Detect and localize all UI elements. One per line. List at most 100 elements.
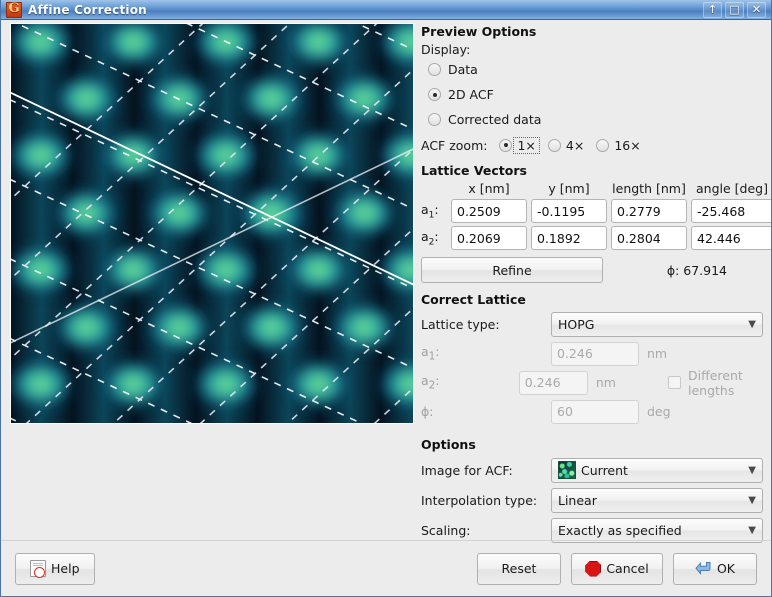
acf-zoom-row: ACF zoom: 1× 4× 16× xyxy=(421,132,767,158)
radio-acf-zoom-1x[interactable]: 1× xyxy=(499,136,540,154)
cancel-button[interactable]: Cancel xyxy=(571,552,663,585)
radio-icon[interactable] xyxy=(428,63,441,76)
col-header-angle: angle [deg] xyxy=(696,181,768,196)
image-for-acf-select[interactable]: Current ▼ xyxy=(551,457,763,483)
a2-length-input[interactable]: 0.2804 xyxy=(611,226,687,250)
radio-acf-zoom-16x[interactable]: 16× xyxy=(596,137,641,153)
options-title: Options xyxy=(421,437,476,452)
acf-zoom-label: ACF zoom: xyxy=(421,137,488,153)
image-for-acf-label: Image for ACF: xyxy=(421,462,513,478)
image-for-acf-row: Image for ACF: Current ▼ xyxy=(421,455,767,485)
radio-label: Data xyxy=(448,62,478,77)
a2-angle-input[interactable]: 42.446 xyxy=(691,226,771,250)
radio-icon[interactable] xyxy=(596,138,610,152)
ok-button-label: OK xyxy=(716,561,736,576)
image-thumbnail-icon xyxy=(558,461,576,479)
radio-icon[interactable] xyxy=(428,113,441,126)
a2-y-input[interactable]: 0.1892 xyxy=(531,226,607,250)
radio-display-2d-acf[interactable]: 2D ACF xyxy=(421,82,767,107)
chevron-down-icon: ▼ xyxy=(748,524,756,536)
acf-preview-image xyxy=(11,24,413,423)
help-icon xyxy=(30,560,46,578)
a1-x-input[interactable]: 0.2509 xyxy=(451,199,527,223)
a1-angle-input[interactable]: -25.468 xyxy=(691,199,771,223)
ok-button[interactable]: OK xyxy=(673,552,757,585)
correct-phi-unit: deg xyxy=(647,404,671,419)
enter-arrow-icon xyxy=(695,561,712,576)
col-header-length: length [nm] xyxy=(612,181,686,196)
a1-y-input[interactable]: -0.1195 xyxy=(531,199,607,223)
different-lengths-label: Different lengths xyxy=(687,367,743,398)
correct-a1-unit: nm xyxy=(647,346,668,361)
image-for-acf-value: Current xyxy=(581,462,628,478)
radio-display-data[interactable]: Data xyxy=(421,57,767,82)
correct-a1-label: a1: xyxy=(421,344,440,363)
help-button[interactable]: Help xyxy=(15,552,95,585)
window-titlebar: Affine Correction ↑ □ ✕ xyxy=(1,0,771,20)
correct-a2-row: a2: 0.246 nm Different lengths xyxy=(421,367,767,398)
col-header-blank xyxy=(421,181,447,196)
chevron-down-icon: ▼ xyxy=(748,494,756,506)
preview-options-title: Preview Options xyxy=(421,24,537,39)
radio-label: Corrected data xyxy=(448,112,542,127)
correct-phi-input[interactable]: 60 xyxy=(551,399,639,424)
dialog-button-bar: Help Reset Cancel OK xyxy=(1,540,771,596)
reset-button[interactable]: Reset xyxy=(477,552,561,585)
correct-lattice-title: Correct Lattice xyxy=(421,292,526,307)
correct-a1-input[interactable]: 0.246 xyxy=(551,341,639,366)
radio-acf-zoom-4x[interactable]: 4× xyxy=(547,137,585,153)
col-header-x: x [nm] xyxy=(468,181,510,196)
radio-icon[interactable] xyxy=(428,88,441,101)
refine-row: Refine ϕ: 67.914 xyxy=(421,257,767,283)
lattice-type-select[interactable]: HOPG ▼ xyxy=(551,312,763,337)
lattice-type-label: Lattice type: xyxy=(421,317,500,332)
scaling-select[interactable]: Exactly as specified ▼ xyxy=(551,517,763,543)
display-label: Display: xyxy=(421,42,471,57)
radio-display-corrected-data[interactable]: Corrected data xyxy=(421,107,767,132)
radio-label: 4× xyxy=(565,137,585,153)
correct-a2-input[interactable]: 0.246 xyxy=(518,370,588,395)
correct-a2-unit: nm xyxy=(595,375,616,390)
gwyddion-icon xyxy=(6,1,22,18)
lattice-vectors-header: x [nm] y [nm] length [nm] angle [deg] xyxy=(421,181,768,196)
shade-button[interactable]: ↑ xyxy=(703,1,722,18)
correct-phi-row: ϕ: 60 deg xyxy=(421,397,767,426)
different-lengths-checkbox[interactable] xyxy=(667,376,681,389)
cancel-icon xyxy=(585,560,602,577)
chevron-down-icon: ▼ xyxy=(748,464,756,476)
affine-correction-dialog: Affine Correction ↑ □ ✕ xyxy=(0,0,772,597)
phi-readout: ϕ: 67.914 xyxy=(666,262,727,278)
scaling-label: Scaling: xyxy=(421,522,471,538)
vector-label-a2: a2: xyxy=(421,228,439,248)
a2-x-input[interactable]: 0.2069 xyxy=(451,226,527,250)
refine-button[interactable]: Refine xyxy=(421,257,603,283)
a1-length-input[interactable]: 0.2779 xyxy=(611,199,687,223)
lattice-vectors-title: Lattice Vectors xyxy=(421,163,527,178)
interpolation-row: Interpolation type: Linear ▼ xyxy=(421,485,767,515)
lattice-type-value: HOPG xyxy=(558,317,595,332)
vector-label-a1: a1: xyxy=(421,201,439,221)
dialog-body: Preview Options Display: Data 2D ACF Cor… xyxy=(1,20,771,543)
lattice-vector-row-a2: a2: 0.2069 0.1892 0.2804 42.446 xyxy=(421,226,771,250)
interpolation-select[interactable]: Linear ▼ xyxy=(551,487,763,513)
radio-icon[interactable] xyxy=(499,138,513,152)
help-button-label: Help xyxy=(51,561,80,576)
correct-phi-label: ϕ: xyxy=(421,404,434,419)
radio-label: 16× xyxy=(614,137,641,153)
action-buttons: Reset Cancel OK xyxy=(477,552,757,585)
window-title: Affine Correction xyxy=(28,2,147,17)
col-header-y: y [nm] xyxy=(548,181,590,196)
lattice-type-row: Lattice type: HOPG ▼ xyxy=(421,310,767,339)
radio-icon[interactable] xyxy=(547,138,561,152)
cancel-button-label: Cancel xyxy=(606,561,649,576)
radio-label: 2D ACF xyxy=(448,87,494,102)
chevron-down-icon: ▼ xyxy=(748,319,756,330)
radio-label: 1× xyxy=(513,136,540,154)
close-button[interactable]: ✕ xyxy=(747,1,766,18)
correct-a1-row: a1: 0.246 nm xyxy=(421,339,767,368)
correct-a2-label: a2: xyxy=(421,373,440,392)
lattice-vector-row-a1: a1: 0.2509 -0.1195 0.2779 -25.468 xyxy=(421,199,771,223)
maximize-button[interactable]: □ xyxy=(725,1,744,18)
acf-preview[interactable] xyxy=(10,23,414,424)
window-controls: ↑ □ ✕ xyxy=(703,1,766,18)
